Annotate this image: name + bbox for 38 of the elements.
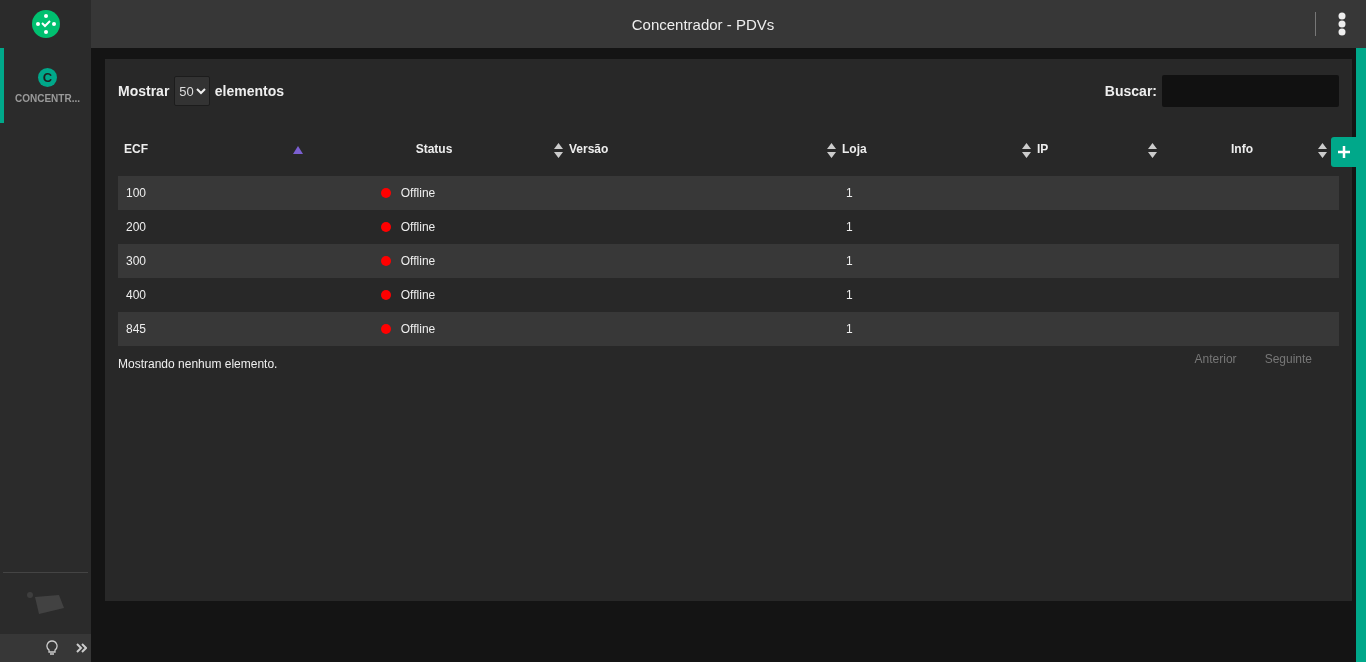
column-header[interactable]: Status (305, 136, 563, 162)
column-header[interactable]: Info (1157, 136, 1327, 162)
search-label: Buscar: (1104, 83, 1157, 99)
table-cell-text: 1 (845, 186, 854, 200)
show-label: Mostrar (118, 83, 170, 99)
table-cell: Offline (400, 322, 436, 336)
table-cell-text: 200 (125, 220, 148, 234)
column-header[interactable]: ECF (118, 136, 305, 162)
table-cell-text: 1 (845, 322, 854, 336)
table-cell: Offline (400, 288, 436, 302)
table-cell: Offline (400, 186, 436, 200)
table-cell-text: 300 (125, 254, 148, 268)
logo-icon[interactable] (31, 10, 60, 38)
table-cell-text: 100 (125, 186, 148, 200)
column-header[interactable]: IP (1031, 136, 1157, 162)
table-cell-text: 845 (125, 322, 148, 336)
table-cell: Offline (400, 254, 436, 268)
more-options-icon[interactable] (1338, 12, 1346, 36)
caret-icon (195, 87, 206, 95)
sidebar-label: CONCENTR... (15, 92, 80, 104)
letter-icon: C (38, 67, 57, 87)
page-title: Concentrador - PDVs (630, 15, 776, 33)
table-cell-text: 1 (845, 220, 854, 234)
elements-label: elementos (214, 83, 285, 99)
sidebar-item[interactable]: C CONCENTR... (0, 48, 91, 123)
double-chevron-icon[interactable] (76, 643, 87, 653)
column-header[interactable]: Loja (836, 136, 1031, 162)
table-cell: Offline (400, 220, 436, 234)
page-size-select[interactable]: 50 (174, 76, 210, 106)
column-header[interactable]: Versão (563, 136, 836, 162)
table-cell-text: 1 (845, 254, 854, 268)
add-button[interactable] (1331, 137, 1356, 167)
table-cell-text: 400 (125, 288, 148, 302)
plus-icon (1337, 146, 1350, 158)
tag-icon (26, 591, 65, 616)
table-info: Mostrando nenhum elemento. (118, 357, 278, 371)
table-cell-text: 1 (845, 288, 854, 302)
lightbulb-icon[interactable] (46, 640, 58, 656)
